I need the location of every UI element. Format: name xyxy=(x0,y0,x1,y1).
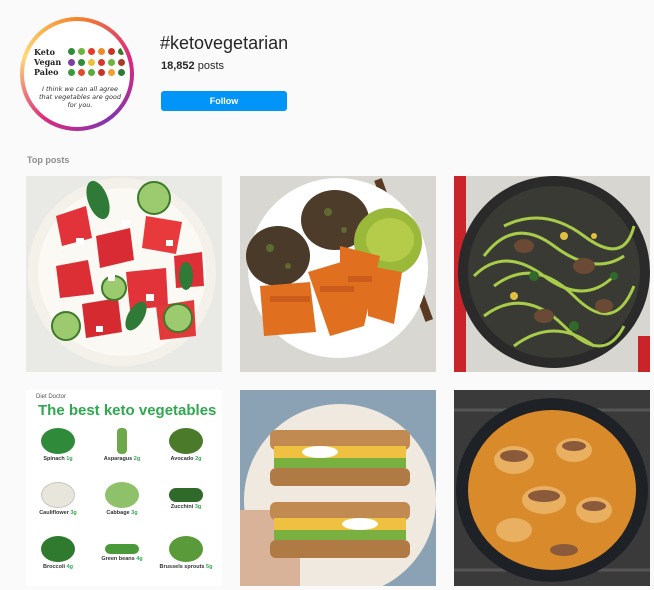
post-tile-veggie-patties[interactable] xyxy=(240,176,436,372)
avatar-image: Keto Vegan Paleo I think we can all agre… xyxy=(24,21,130,127)
post-image xyxy=(454,390,650,586)
post-image xyxy=(454,176,650,372)
hashtag-avatar: Keto Vegan Paleo I think we can all agre… xyxy=(20,17,134,131)
post-image xyxy=(240,176,436,372)
follow-button[interactable]: Follow xyxy=(161,91,287,111)
veg-zucchini: Zucchini 3g xyxy=(154,478,218,530)
avatar-word-keto: Keto xyxy=(34,47,55,57)
posts-count-suffix: posts xyxy=(197,60,225,72)
post-image xyxy=(26,176,222,372)
infographic: Diet Doctor The best keto vegetables Spi… xyxy=(26,390,222,586)
veg-avocado: Avocado 2g xyxy=(154,424,218,476)
posts-count-number: 18,852 xyxy=(161,60,195,72)
veg-brussels-sprouts: Brussels sprouts 5g xyxy=(154,532,218,584)
veg-cabbage: Cabbage 3g xyxy=(90,478,154,530)
avatar-word-paleo: Paleo xyxy=(34,67,59,77)
post-tile-watermelon-salad[interactable] xyxy=(26,176,222,372)
avatar-quote: I think we can all agree that vegetables… xyxy=(38,85,122,109)
post-tile-mushroom-stew[interactable] xyxy=(454,390,650,586)
post-image xyxy=(240,390,436,586)
veg-asparagus: Asparagus 2g xyxy=(90,424,154,476)
avatar-word-vegan: Vegan xyxy=(34,57,62,67)
infographic-title: The best keto vegetables xyxy=(38,402,217,419)
veg-spinach: Spinach 1g xyxy=(26,424,90,476)
hashtag-title: #ketovegetarian xyxy=(160,33,289,53)
infographic-brand: Diet Doctor xyxy=(36,394,67,400)
veg-green-beans: Green beans 4g xyxy=(90,532,154,584)
veg-cauliflower: Cauliflower 3g xyxy=(26,478,90,530)
top-posts-label: Top posts xyxy=(27,155,70,165)
veg-broccoli: Broccoli 4g xyxy=(26,532,90,584)
post-tile-zucchini-noodles[interactable] xyxy=(454,176,650,372)
avatar-words: Keto Vegan Paleo xyxy=(34,47,61,77)
post-tile-avocado-sandwich[interactable] xyxy=(240,390,436,586)
avatar-vegetable-icons xyxy=(68,48,126,78)
post-tile-keto-vegetables-infographic[interactable]: Diet Doctor The best keto vegetables Spi… xyxy=(26,390,222,586)
hashtag-page: Keto Vegan Paleo I think we can all agre… xyxy=(0,0,654,590)
posts-count: 18,852 posts xyxy=(161,60,224,72)
